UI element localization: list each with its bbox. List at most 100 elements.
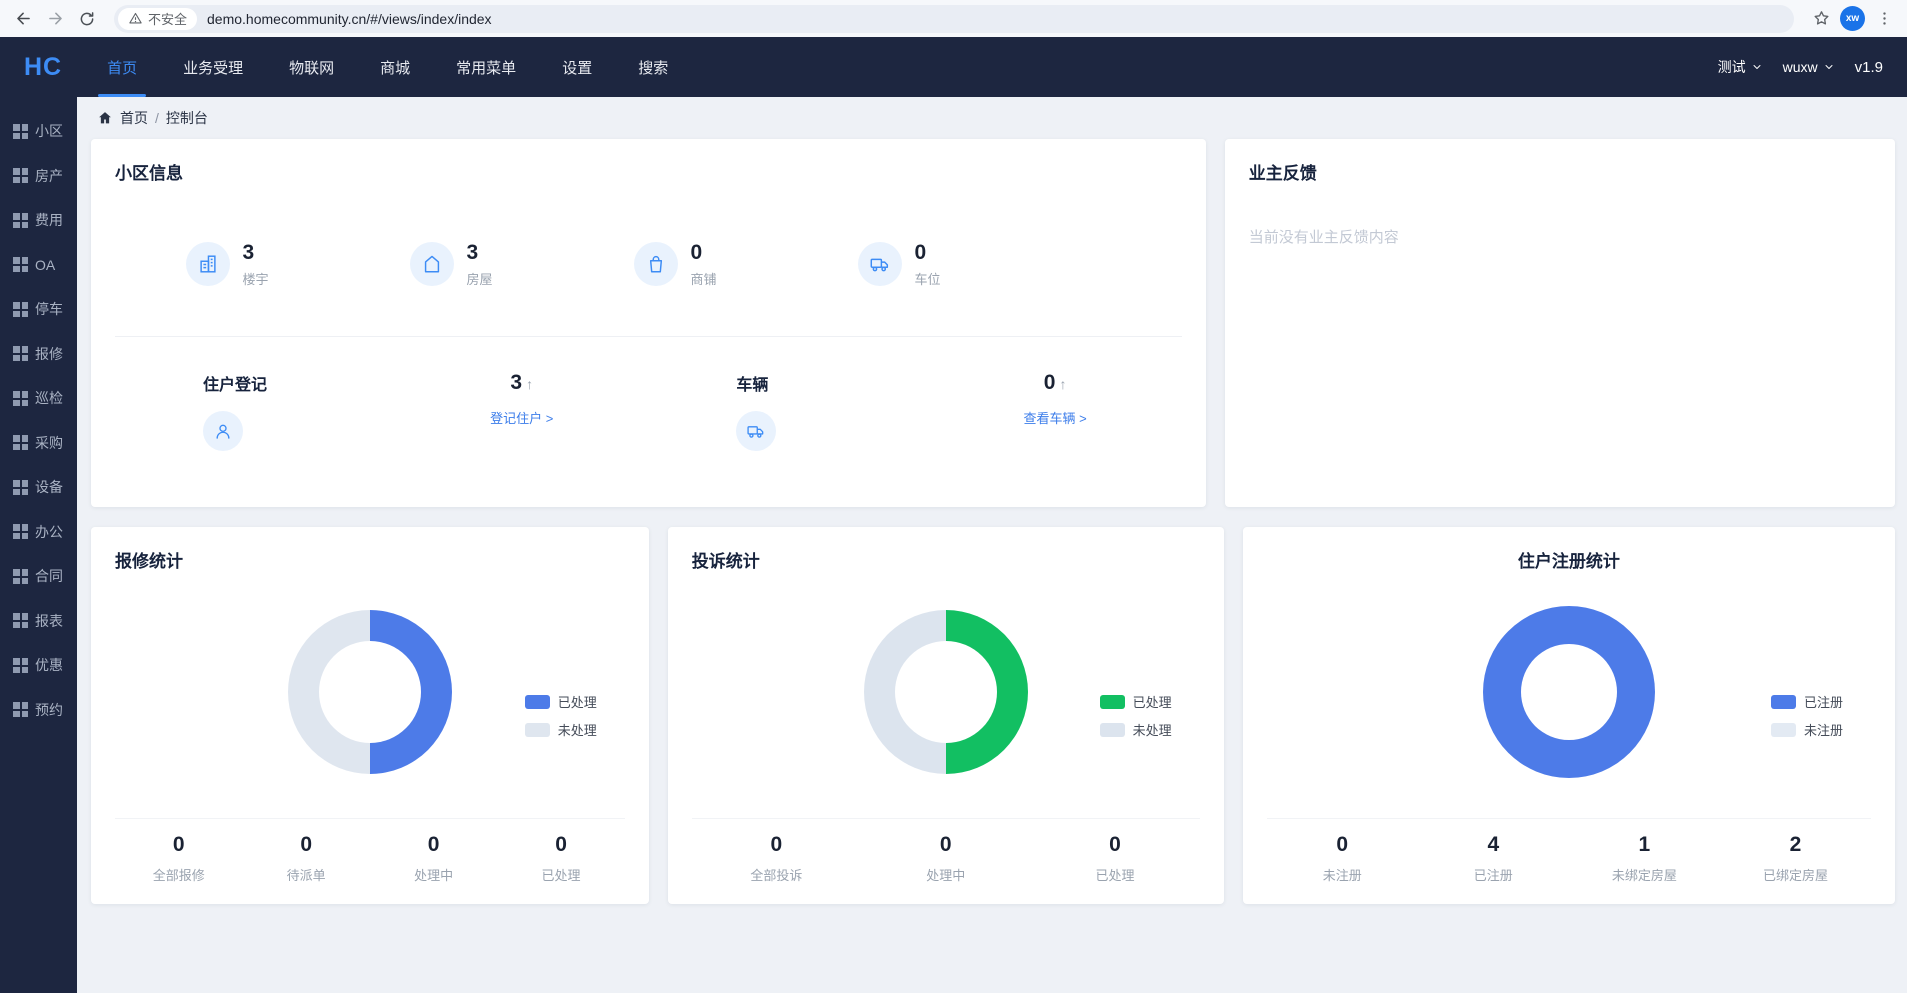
legend-swatch: [525, 723, 550, 737]
chart-legend: 已注册 未注册: [1771, 692, 1843, 739]
counter: 1未绑定房屋: [1569, 833, 1720, 884]
view-vehicles-link[interactable]: 查看车辆 >: [1024, 408, 1087, 427]
sidebar-item-office[interactable]: 办公: [0, 510, 77, 555]
community-info-card: 小区信息 3 楼宇 3 房屋: [91, 139, 1206, 507]
browser-chrome: 不安全 demo.homecommunity.cn/#/views/index/…: [0, 0, 1907, 37]
stat-label: 车位: [915, 269, 941, 288]
repair-donut-chart[interactable]: [288, 610, 452, 774]
legend-swatch: [1100, 723, 1125, 737]
sidebar-item-property[interactable]: 房产: [0, 154, 77, 199]
sidebar-item-contract[interactable]: 合同: [0, 554, 77, 599]
grid-icon: [13, 658, 28, 673]
app-top-nav: HC 首页 业务受理 物联网 商城 常用菜单 设置 搜索 测试 wuxw v1.…: [0, 37, 1907, 97]
grid-icon: [13, 302, 28, 317]
chart-area: 已处理 未处理: [692, 572, 1200, 818]
stat-value: 0: [691, 242, 717, 264]
breadcrumb-home[interactable]: 首页: [120, 108, 148, 128]
community-stats-row: 3 楼宇 3 房屋 0 商铺: [115, 242, 1011, 288]
chart-legend: 已处理 未处理: [1100, 692, 1172, 739]
chart-title: 报修统计: [115, 547, 625, 572]
legend-item-processed[interactable]: 已处理: [1100, 692, 1172, 711]
truck-icon: [858, 242, 902, 286]
counter: 0处理中: [370, 833, 497, 884]
stat-parking-spaces: 0 车位: [787, 242, 1011, 288]
stat-label: 商铺: [691, 269, 717, 288]
legend-item-registered[interactable]: 已注册: [1771, 692, 1843, 711]
repair-stats-card: 报修统计 已处理 未处理 0全部报修 0待派单 0处理中 0已处理: [91, 527, 649, 904]
user-menu[interactable]: wuxw: [1783, 59, 1835, 75]
grid-icon: [13, 391, 28, 406]
stat-buildings: 3 楼宇: [115, 242, 339, 288]
counter: 0全部报修: [115, 833, 242, 884]
bag-icon: [634, 242, 678, 286]
chart-title: 住户注册统计: [1267, 547, 1871, 572]
counter: 0全部投诉: [692, 833, 861, 884]
tab-home[interactable]: 首页: [84, 37, 160, 97]
security-chip[interactable]: 不安全: [118, 8, 197, 30]
truck-icon: [736, 411, 776, 451]
vehicle-count: 0↑: [1024, 371, 1087, 395]
reload-icon[interactable]: [74, 6, 100, 32]
stat-houses: 3 房屋: [339, 242, 563, 288]
left-sidebar: 小区 房产 费用 OA 停车 报修 巡检 采购 设备 办公 合同 报表 优惠 预…: [0, 97, 77, 993]
bookmark-star-icon[interactable]: [1808, 6, 1834, 32]
counter: 4已注册: [1418, 833, 1569, 884]
sidebar-item-fees[interactable]: 费用: [0, 198, 77, 243]
up-arrow-icon: ↑: [526, 376, 533, 392]
complaint-donut-chart[interactable]: [864, 610, 1028, 774]
legend-item-unprocessed[interactable]: 未处理: [1100, 720, 1172, 739]
register-donut-chart[interactable]: [1483, 606, 1655, 778]
legend-swatch: [1771, 695, 1796, 709]
tab-iot[interactable]: 物联网: [266, 37, 357, 97]
sidebar-item-discount[interactable]: 优惠: [0, 643, 77, 688]
forward-icon[interactable]: [42, 6, 68, 32]
registration-row: 住户登记 3↑ 登记住户 > 车辆: [115, 371, 1182, 451]
sidebar-item-inspection[interactable]: 巡检: [0, 376, 77, 421]
grid-icon: [13, 613, 28, 628]
top-nav-right: 测试 wuxw v1.9: [1718, 57, 1883, 77]
menu-kebab-icon[interactable]: [1871, 6, 1897, 32]
version-label: v1.9: [1855, 59, 1883, 76]
sidebar-item-equipment[interactable]: 设备: [0, 465, 77, 510]
tab-settings[interactable]: 设置: [539, 37, 615, 97]
sidebar-item-reservation[interactable]: 预约: [0, 688, 77, 733]
sidebar-item-purchase[interactable]: 采购: [0, 421, 77, 466]
tab-common-menu[interactable]: 常用菜单: [433, 37, 539, 97]
profile-avatar[interactable]: xw: [1840, 6, 1865, 31]
register-resident-link[interactable]: 登记住户 >: [490, 408, 553, 427]
chart-counters: 0未注册 4已注册 1未绑定房屋 2已绑定房屋: [1267, 818, 1871, 884]
chevron-down-icon: [1823, 61, 1835, 73]
app-logo[interactable]: HC: [24, 53, 62, 82]
stat-label: 房屋: [467, 269, 493, 288]
legend-item-processed[interactable]: 已处理: [525, 692, 597, 711]
tab-search[interactable]: 搜索: [615, 37, 691, 97]
stat-shops: 0 商铺: [563, 242, 787, 288]
card-title: 业主反馈: [1249, 159, 1871, 184]
sidebar-item-repair[interactable]: 报修: [0, 332, 77, 377]
owner-feedback-card: 业主反馈 当前没有业主反馈内容: [1225, 139, 1895, 507]
sidebar-item-report[interactable]: 报表: [0, 599, 77, 644]
legend-swatch: [525, 695, 550, 709]
url-bar[interactable]: 不安全 demo.homecommunity.cn/#/views/index/…: [114, 5, 1794, 33]
back-icon[interactable]: [10, 6, 36, 32]
grid-icon: [13, 257, 28, 272]
counter: 0处理中: [861, 833, 1030, 884]
community-switcher[interactable]: 测试: [1718, 57, 1763, 77]
breadcrumb-separator: /: [155, 110, 159, 126]
tab-business[interactable]: 业务受理: [160, 37, 266, 97]
legend-item-unprocessed[interactable]: 未处理: [525, 720, 597, 739]
sidebar-item-community[interactable]: 小区: [0, 109, 77, 154]
legend-swatch: [1100, 695, 1125, 709]
legend-item-unregistered[interactable]: 未注册: [1771, 720, 1843, 739]
grid-icon: [13, 346, 28, 361]
card-title: 小区信息: [115, 159, 1182, 184]
stat-label: 楼宇: [243, 269, 269, 288]
tab-mall[interactable]: 商城: [357, 37, 433, 97]
security-label: 不安全: [148, 9, 187, 28]
sidebar-item-oa[interactable]: OA: [0, 243, 77, 288]
url-text: demo.homecommunity.cn/#/views/index/inde…: [207, 11, 492, 27]
sidebar-item-parking[interactable]: 停车: [0, 287, 77, 332]
block-title: 住户登记: [203, 371, 267, 395]
grid-icon: [13, 480, 28, 495]
counter: 0待派单: [242, 833, 369, 884]
